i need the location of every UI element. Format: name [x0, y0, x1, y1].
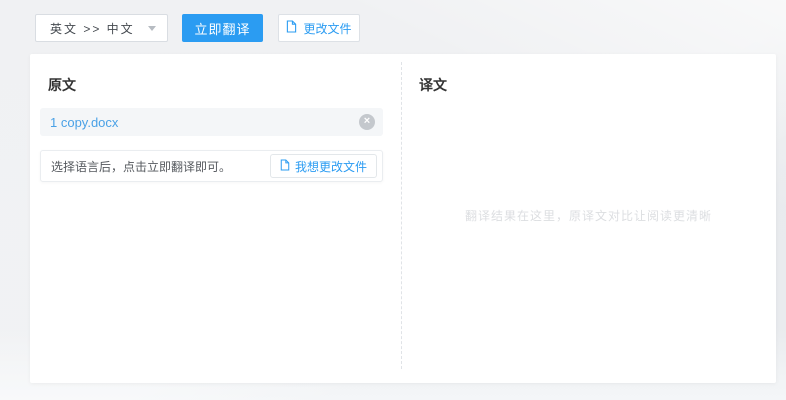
- language-pair-value: 英文 >> 中文: [50, 20, 135, 37]
- hint-text: 选择语言后，点击立即翻译即可。: [51, 158, 231, 175]
- change-file-button[interactable]: 更改文件: [278, 14, 360, 42]
- remove-file-icon[interactable]: ×: [359, 114, 375, 130]
- uploaded-file-row: 1 copy.docx ×: [40, 108, 383, 136]
- target-panel-title: 译文: [419, 75, 776, 95]
- change-file-label: 更改文件: [303, 20, 351, 37]
- target-panel: 译文 翻译结果在这里，原译文对比让阅读更清晰: [401, 54, 776, 383]
- change-file-inline-label: 我想更改文件: [295, 158, 367, 175]
- uploaded-file-name[interactable]: 1 copy.docx: [50, 115, 118, 130]
- document-icon: [286, 20, 297, 36]
- translate-now-button[interactable]: 立即翻译: [182, 14, 263, 42]
- translation-placeholder: 翻译结果在这里，原译文对比让阅读更清晰: [401, 207, 776, 224]
- source-panel-title: 原文: [48, 75, 401, 95]
- language-pair-select[interactable]: 英文 >> 中文: [35, 14, 168, 42]
- chevron-down-icon: [148, 26, 156, 31]
- change-file-inline-button[interactable]: 我想更改文件: [270, 154, 377, 178]
- translation-card: 原文 1 copy.docx × 选择语言后，点击立即翻译即可。 我想更改文件 …: [30, 54, 776, 383]
- hint-row: 选择语言后，点击立即翻译即可。 我想更改文件: [40, 150, 383, 182]
- document-icon: [280, 159, 290, 174]
- source-panel: 原文 1 copy.docx × 选择语言后，点击立即翻译即可。 我想更改文件: [30, 54, 401, 383]
